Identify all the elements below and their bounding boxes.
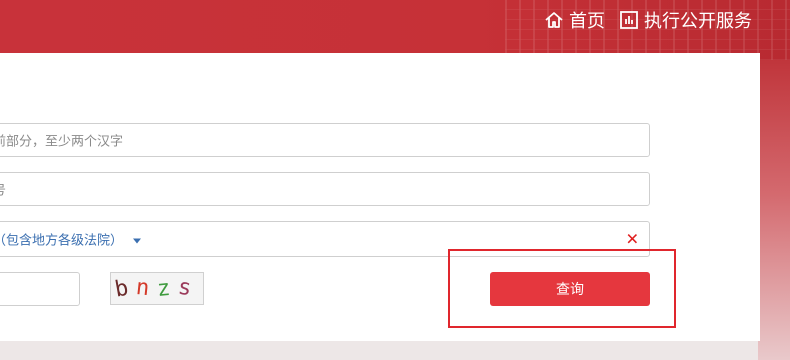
captcha-char: n [134,274,159,303]
side-decoration [758,60,790,360]
nav-execution-label: 执行公开服务 [644,11,752,32]
nav-home[interactable]: 首页 [544,7,605,33]
id-placeholder: 号 [0,180,6,199]
name-input[interactable]: 前部分，至少两个汉字 [0,123,650,157]
captcha-image[interactable]: b n z s [110,272,204,305]
name-placeholder: 前部分，至少两个汉字 [0,134,124,150]
caret-down-icon [133,238,142,244]
captcha-input[interactable] [0,272,80,306]
nav-execution-public-service[interactable]: 执行公开服务 [619,7,752,33]
captcha-char: s [176,274,202,303]
id-number-input[interactable]: 号 [0,172,650,206]
chart-icon [620,11,638,29]
home-icon [545,12,563,28]
court-select-value: （包含地方各级法院） [0,230,142,249]
clear-icon[interactable]: ✕ [626,230,639,249]
query-button[interactable]: 查询 [490,272,650,306]
top-nav: 首页 执行公开服务 [530,6,752,34]
court-select-text: （包含地方各级法院） [0,233,124,249]
nav-home-label: 首页 [569,11,605,32]
